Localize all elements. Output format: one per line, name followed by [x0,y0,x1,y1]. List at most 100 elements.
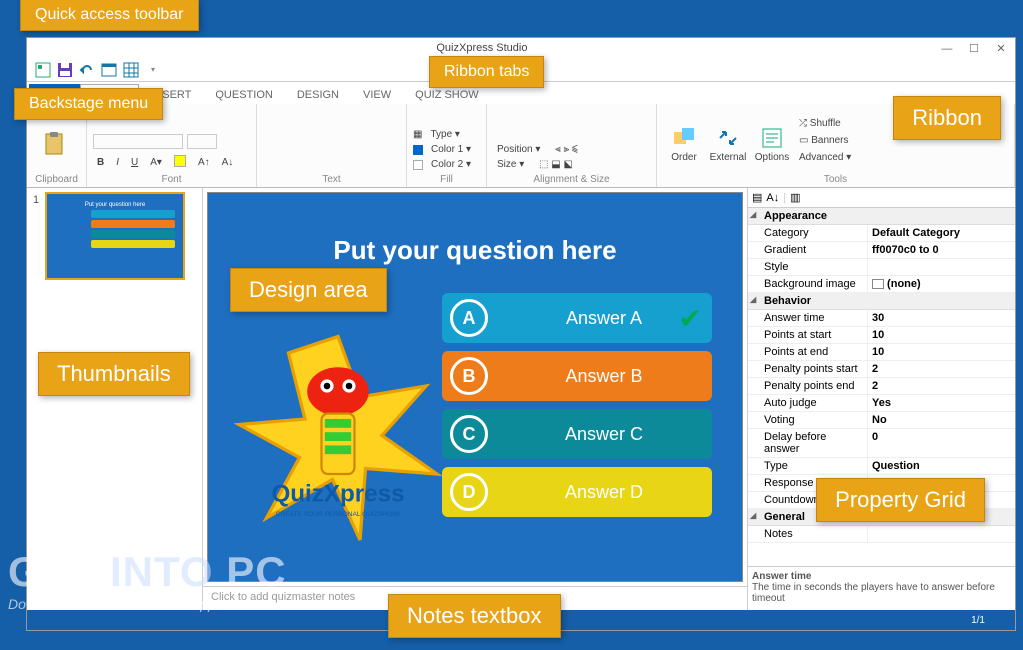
position-button[interactable]: Position ▾ [493,142,544,157]
prop-row[interactable]: Background image (none) [748,276,1015,293]
prop-value[interactable]: 30 [868,310,1015,326]
prop-row[interactable]: CategoryDefault Category [748,225,1015,242]
maximize-button[interactable]: ☐ [962,42,986,55]
prop-key: Category [748,225,868,241]
banners-button[interactable]: ▭ Banners [795,133,855,148]
fill-type-icon[interactable]: ▦ [413,129,422,140]
tab-view[interactable]: VIEW [351,86,403,104]
answer-b[interactable]: BAnswer B [442,351,712,401]
prop-value[interactable] [868,259,1015,275]
callout-propgrid: Property Grid [816,478,985,522]
external-button[interactable]: External [707,116,749,172]
callout-ribbontabs: Ribbon tabs [429,56,544,88]
qat-dropdown-icon[interactable]: ▾ [145,62,161,78]
fill-color2-button[interactable]: Color 2 ▾ [427,157,475,172]
design-canvas[interactable]: Put your question here AAnswer A✔ BAnswer… [207,192,743,582]
answer-text: Answer B [496,366,712,387]
highlight-button[interactable] [170,153,190,172]
prop-value[interactable]: 2 [868,378,1015,394]
italic-button[interactable]: I [112,155,123,170]
answer-d[interactable]: DAnswer D [442,467,712,517]
prop-key: Style [748,259,868,275]
thumbnail-number: 1 [33,194,39,206]
group-clipboard-label: Clipboard [33,174,80,185]
tab-design[interactable]: DESIGN [285,86,351,104]
prop-value[interactable]: Question [868,458,1015,474]
answer-a[interactable]: AAnswer A✔ [442,293,712,343]
size-icons[interactable]: ⬚ ⬓ ⬕ [539,159,573,170]
prop-categorized-icon[interactable]: ▤ [752,191,762,204]
slide-thumbnail[interactable]: 1 Put your question here [45,192,185,280]
shuffle-button[interactable]: ⤮ Shuffle [795,116,855,131]
font-color-button[interactable]: A▾ [146,155,166,170]
advanced-button[interactable]: Advanced ▾ [795,150,855,165]
prop-row[interactable]: TypeQuestion [748,458,1015,475]
underline-button[interactable]: U [127,155,142,170]
prop-key: Gradient [748,242,868,258]
bold-button[interactable]: B [93,155,108,170]
fill-color1-button[interactable]: Color 1 ▾ [427,142,475,157]
minimize-button[interactable]: — [935,43,959,55]
prop-value[interactable]: Default Category [868,225,1015,241]
svg-text:QuizXpress: QuizXpress [271,481,404,508]
callout-backstage: Backstage menu [14,88,163,120]
prop-category[interactable]: Behavior [748,293,1015,310]
callout-thumbnails: Thumbnails [38,352,190,396]
prop-key: Background image [748,276,868,292]
prop-value[interactable]: 10 [868,344,1015,360]
prop-value[interactable]: No [868,412,1015,428]
answer-letter: C [450,415,488,453]
thumbnail-panel: 1 Put your question here [27,188,203,610]
prop-row[interactable]: Answer time30 [748,310,1015,327]
prop-value[interactable]: 2 [868,361,1015,377]
paste-button[interactable] [33,116,75,172]
question-text[interactable]: Put your question here [208,235,742,266]
qat-table-icon[interactable] [123,62,139,78]
group-tools-label: Tools [663,174,1008,185]
prop-value[interactable]: ff0070c0 to 0 [868,242,1015,258]
prop-row[interactable]: Gradientff0070c0 to 0 [748,242,1015,259]
shrink-font-button[interactable]: A↓ [218,155,238,170]
callout-qat: Quick access toolbar [20,0,199,31]
prop-row[interactable]: VotingNo [748,412,1015,429]
prop-row[interactable]: Delay before answer0 [748,429,1015,458]
prop-row[interactable]: Points at start10 [748,327,1015,344]
answer-letter: A [450,299,488,337]
qat-save-icon[interactable] [57,62,73,78]
qat-undo-icon[interactable] [79,62,95,78]
options-button[interactable]: Options [751,116,793,172]
prop-key: Points at end [748,344,868,360]
qat-calendar-icon[interactable] [101,62,117,78]
prop-row[interactable]: Style [748,259,1015,276]
grow-font-button[interactable]: A↑ [194,155,214,170]
prop-value[interactable]: 10 [868,327,1015,343]
prop-key: Auto judge [748,395,868,411]
prop-value[interactable] [868,526,1015,542]
prop-pages-icon[interactable]: ▥ [790,191,800,204]
prop-value[interactable]: (none) [868,276,1015,292]
prop-row[interactable]: Penalty points start2 [748,361,1015,378]
tab-question[interactable]: QUESTION [203,86,284,104]
font-size-select[interactable] [187,134,217,149]
close-button[interactable]: ✕ [989,42,1013,55]
prop-row[interactable]: Auto judgeYes [748,395,1015,412]
order-button[interactable]: Order [663,116,705,172]
ribbon: Clipboard B I U A▾ A↑ A↓ Font Text ▦Type… [27,104,1015,188]
prop-value[interactable]: 0 [868,429,1015,457]
tab-quizshow[interactable]: QUIZ SHOW [403,86,491,104]
fill-type-button[interactable]: Type ▾ [426,127,464,142]
prop-row[interactable]: Points at end10 [748,344,1015,361]
prop-row[interactable]: Notes [748,526,1015,543]
font-family-select[interactable] [93,134,183,149]
prop-category[interactable]: Appearance [748,208,1015,225]
fill-color2-icon[interactable] [413,160,423,170]
size-button[interactable]: Size ▾ [493,157,528,172]
align-icons[interactable]: ⫷ ⫸ ⫹ [555,144,577,155]
fill-color1-icon[interactable] [413,145,423,155]
prop-value[interactable]: Yes [868,395,1015,411]
qat-app-icon[interactable] [35,62,51,78]
answer-c[interactable]: CAnswer C [442,409,712,459]
prop-alpha-icon[interactable]: A↓ [766,192,779,204]
property-panel: ▤ A↓ | ▥ AppearanceCategoryDefault Categ… [747,188,1015,610]
prop-row[interactable]: Penalty points end2 [748,378,1015,395]
